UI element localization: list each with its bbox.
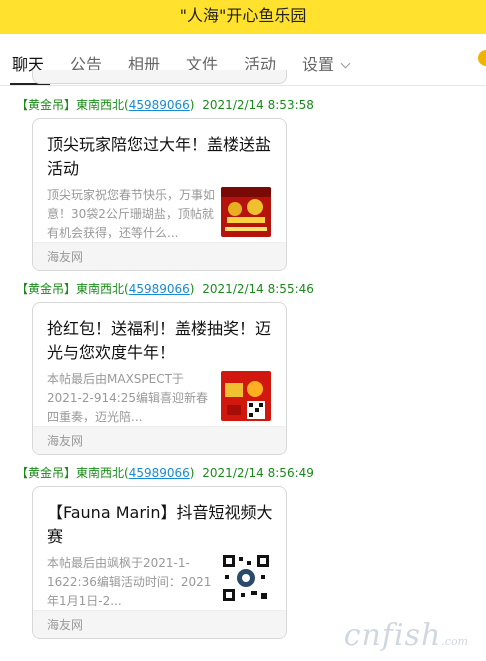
- card-source: 海友网: [33, 242, 286, 270]
- sender-name-end: ): [189, 98, 195, 112]
- card-description: 本帖最后由MAXSPECT于2021-2-914:25编辑喜迎新春四重奏，迈光陪…: [47, 372, 209, 424]
- message-time: 2021/2/14 8:55:46: [202, 282, 314, 296]
- site-watermark: cnfish.com: [344, 618, 468, 653]
- tab-settings[interactable]: 设置: [302, 51, 351, 77]
- window-title-bar: "人海"开心鱼乐园: [0, 0, 486, 34]
- card-description: 顶尖玩家祝您春节快乐，万事如意！30袋2公斤珊瑚盐，顶帖就有机会获得，还等什么.…: [47, 188, 216, 240]
- sender-name: 【黄金吊】東南西北(: [16, 282, 129, 296]
- sender-qq-link[interactable]: 45989066: [129, 98, 190, 112]
- sender-qq-link[interactable]: 45989066: [129, 466, 190, 480]
- card-source: 海友网: [33, 426, 286, 454]
- sender-qq-link[interactable]: 45989066: [129, 282, 190, 296]
- chevron-down-icon: [340, 58, 351, 69]
- red-envelope-qrcode-thumbnail: [221, 371, 271, 421]
- sender-name-end: ): [189, 466, 195, 480]
- card-description: 本帖最后由飒枫于2021-1-1622:36编辑活动时间：2021年1月1日-2…: [47, 556, 212, 608]
- sender-name: 【黄金吊】東南西北(: [16, 98, 129, 112]
- message-sender: 【黄金吊】東南西北(45989066) 2021/2/14 8:55:46: [16, 280, 314, 297]
- previous-card-fragment: [32, 70, 287, 84]
- card-title: 抢红包！送福利！盖楼抽奖！迈光与您欢度牛年！: [47, 319, 272, 362]
- message-sender: 【黄金吊】東南西北(45989066) 2021/2/14 8:53:58: [16, 96, 314, 113]
- red-newyear-banner-thumbnail: [221, 187, 271, 237]
- sender-name-end: ): [189, 282, 195, 296]
- message-time: 2021/2/14 8:53:58: [202, 98, 314, 112]
- share-card[interactable]: 抢红包！送福利！盖楼抽奖！迈光与您欢度牛年！ 本帖最后由MAXSPECT于202…: [32, 302, 287, 455]
- sender-name: 【黄金吊】東南西北(: [16, 466, 129, 480]
- message-sender: 【黄金吊】東南西北(45989066) 2021/2/14 8:56:49: [16, 464, 314, 481]
- share-card[interactable]: 【Fauna Marin】抖音短视频大赛 本帖最后由飒枫于2021-1-1622…: [32, 486, 287, 639]
- card-title: 【Fauna Marin】抖音短视频大赛: [47, 503, 273, 546]
- watermark-brand: cnfish: [343, 618, 442, 653]
- card-source: 海友网: [33, 610, 286, 638]
- qrcode-thumbnail: [221, 553, 271, 603]
- tab-settings-label: 设置: [302, 55, 335, 74]
- message-time: 2021/2/14 8:56:49: [202, 466, 314, 480]
- share-card[interactable]: 顶尖玩家陪您过大年！盖楼送盐活动 顶尖玩家祝您春节快乐，万事如意！30袋2公斤珊…: [32, 118, 287, 271]
- watermark-suffix: .com: [441, 635, 468, 648]
- window-title: "人海"开心鱼乐园: [179, 6, 307, 25]
- card-title: 顶尖玩家陪您过大年！盖楼送盐活动: [47, 135, 272, 178]
